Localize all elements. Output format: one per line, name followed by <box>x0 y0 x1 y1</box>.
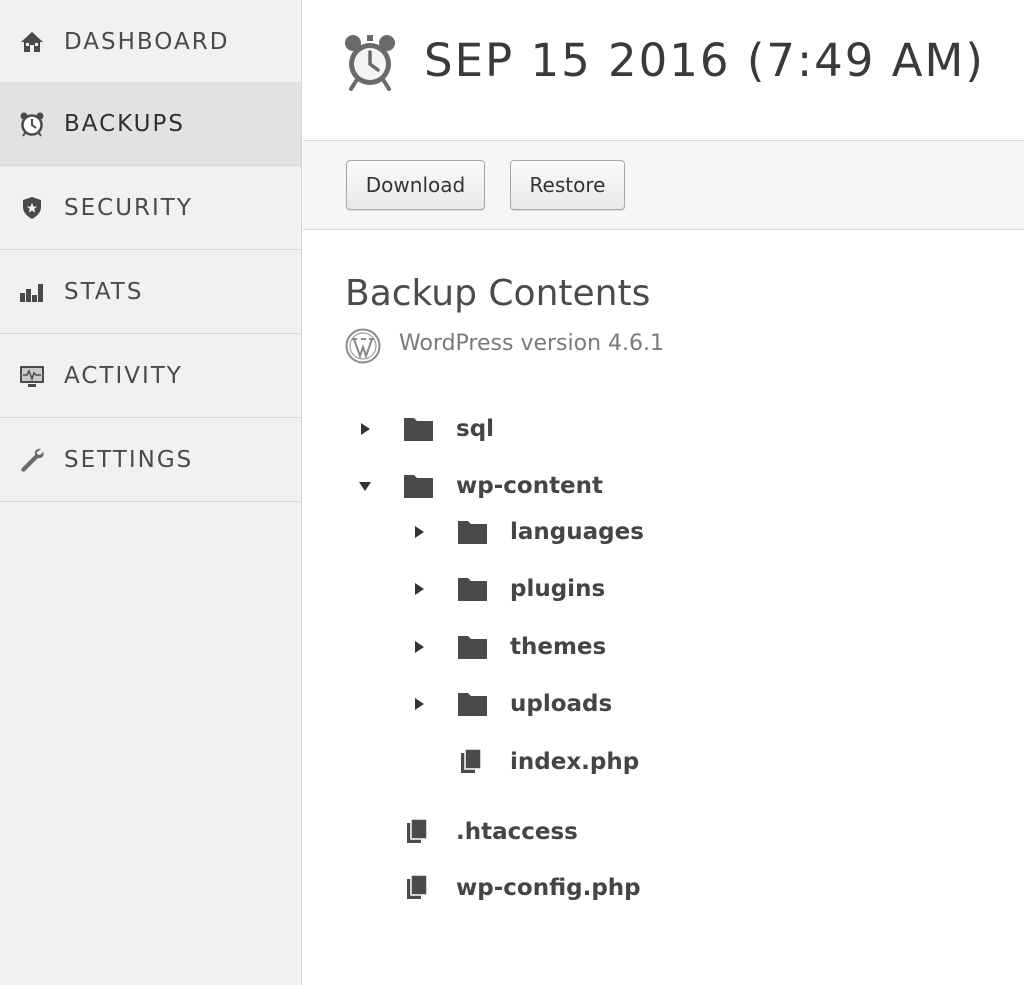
tree-item-label: sql <box>456 416 495 442</box>
tree-item-themes[interactable]: themes <box>303 627 703 667</box>
alarm-clock-icon <box>19 111 45 137</box>
alarm-clock-icon <box>343 33 397 91</box>
tree-item-label: plugins <box>510 576 606 602</box>
folder-icon <box>458 521 487 544</box>
caret-right-icon[interactable] <box>412 525 426 539</box>
folder-icon <box>458 693 487 716</box>
page-title: SEP 15 2016 (7:49 AM) <box>424 34 985 87</box>
caret-right-icon[interactable] <box>358 422 372 436</box>
tree-item-label: uploads <box>510 691 613 717</box>
folder-icon <box>458 578 487 601</box>
sidebar-item-backups[interactable]: BACKUPS <box>0 82 301 166</box>
sidebar-item-security[interactable]: SECURITY <box>0 166 301 250</box>
sidebar-item-label: DASHBOARD <box>64 28 230 55</box>
wordpress-version: WordPress version 4.6.1 <box>399 331 664 356</box>
page-header: SEP 15 2016 (7:49 AM) <box>303 0 1024 141</box>
shield-icon <box>19 195 45 221</box>
tree-item-wp-config-php[interactable]: wp-config.php <box>303 868 703 908</box>
file-icon <box>407 818 428 843</box>
monitor-icon <box>19 363 45 389</box>
folder-open-icon <box>404 475 433 498</box>
wordpress-icon <box>345 328 381 364</box>
caret-right-icon[interactable] <box>412 582 426 596</box>
file-icon <box>407 874 428 899</box>
tree-item-label: themes <box>510 634 607 660</box>
tree-item-htaccess[interactable]: .htaccess <box>303 812 703 852</box>
sidebar-item-stats[interactable]: STATS <box>0 250 301 334</box>
sidebar-item-dashboard[interactable]: DASHBOARD <box>0 0 301 84</box>
caret-right-icon[interactable] <box>412 640 426 654</box>
sidebar-item-settings[interactable]: SETTINGS <box>0 418 301 502</box>
bar-chart-icon <box>19 279 45 305</box>
toolbar: Download Restore <box>303 141 1024 230</box>
folder-icon <box>458 636 487 659</box>
tree-item-languages[interactable]: languages <box>303 512 703 552</box>
file-icon <box>461 748 482 773</box>
sidebar-item-label: SECURITY <box>64 194 193 221</box>
tree-item-label: wp-config.php <box>456 875 641 901</box>
main-content: SEP 15 2016 (7:49 AM) Download Restore B… <box>303 0 1024 985</box>
caret-right-icon[interactable] <box>412 697 426 711</box>
section-title: Backup Contents <box>345 273 651 314</box>
tree-item-label: wp-content <box>456 473 604 499</box>
tree-item-label: languages <box>510 519 644 545</box>
tree-item-sql[interactable]: sql <box>303 409 703 449</box>
tree-item-label: index.php <box>510 749 640 775</box>
tree-item-wp-content[interactable]: wp-content <box>303 466 703 506</box>
sidebar: DASHBOARD BACKUPS SECURITY STATS ACTIVIT… <box>0 0 302 985</box>
tree-item-plugins[interactable]: plugins <box>303 569 703 609</box>
tree-item-label: .htaccess <box>456 819 578 845</box>
tree-item-index-php[interactable]: index.php <box>303 742 703 782</box>
tree-item-uploads[interactable]: uploads <box>303 684 703 724</box>
sidebar-item-label: BACKUPS <box>64 110 185 137</box>
wrench-icon <box>19 447 45 473</box>
sidebar-item-activity[interactable]: ACTIVITY <box>0 334 301 418</box>
sidebar-item-label: STATS <box>64 278 144 305</box>
sidebar-item-label: ACTIVITY <box>64 362 183 389</box>
caret-down-icon[interactable] <box>358 479 372 493</box>
download-button[interactable]: Download <box>346 160 485 210</box>
folder-icon <box>404 418 433 441</box>
sidebar-item-label: SETTINGS <box>64 446 194 473</box>
home-icon <box>19 29 45 55</box>
restore-button[interactable]: Restore <box>510 160 625 210</box>
